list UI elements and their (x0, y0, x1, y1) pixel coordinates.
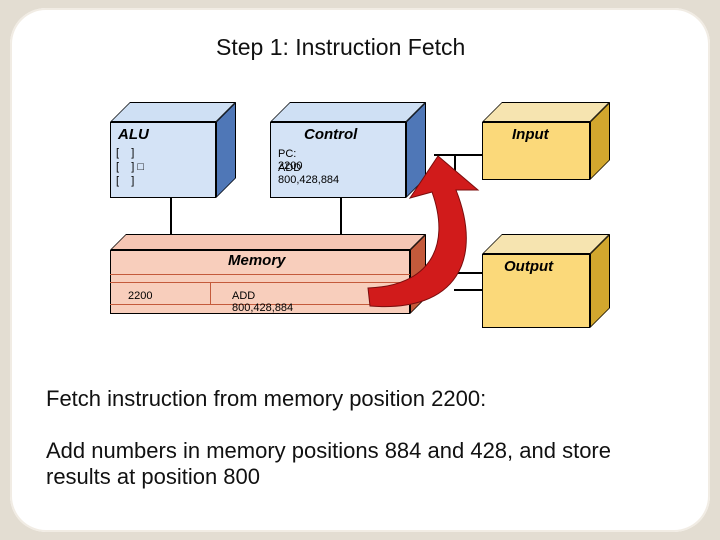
control-instruction: ADD 800,428,884 (278, 162, 339, 186)
slide-title: Step 1: Instruction Fetch (216, 34, 682, 61)
alu-label: ALU (118, 126, 149, 143)
alu-registers: [ ] [ ] □ [ ] (116, 146, 144, 188)
slide-card: Step 1: Instruction Fetch ALU [ ] [ ] □ … (10, 8, 710, 532)
connector (454, 154, 456, 274)
connector (426, 272, 484, 274)
description-line-1: Fetch instruction from memory position 2… (46, 386, 486, 412)
memory-instruction: ADD 800,428,884 (232, 290, 293, 314)
memory-divider (210, 282, 211, 304)
memory-label: Memory (228, 252, 286, 269)
connector (454, 289, 484, 291)
connector (434, 154, 484, 156)
memory-address: 2200 (128, 290, 152, 302)
control-label: Control (304, 126, 357, 143)
input-label: Input (512, 126, 549, 143)
description-line-2: Add numbers in memory positions 884 and … (46, 438, 646, 490)
output-label: Output (504, 258, 553, 275)
connector (170, 198, 172, 238)
connector (340, 198, 342, 238)
cpu-diagram: ALU [ ] [ ] □ [ ] Control PC: 2200 ADD 8… (110, 94, 620, 354)
